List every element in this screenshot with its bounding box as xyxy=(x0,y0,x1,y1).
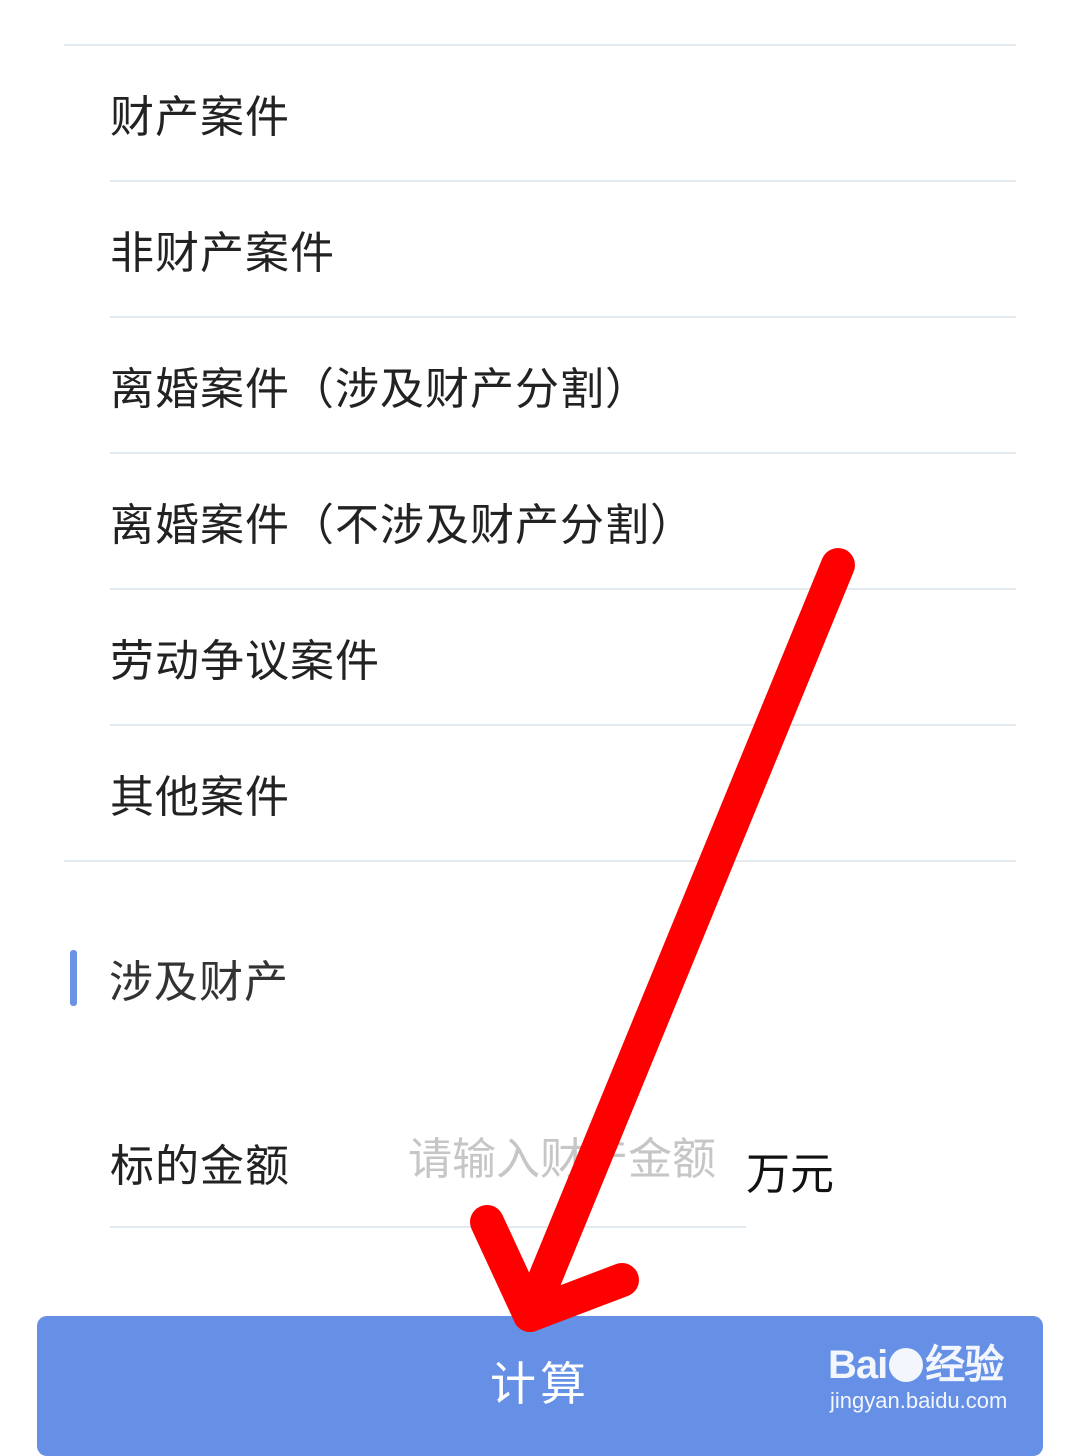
amount-row: 标的金额 万元 xyxy=(110,1100,870,1228)
arrow-head xyxy=(470,1205,639,1332)
section-accent-bar xyxy=(70,950,77,1006)
case-type-item-property[interactable]: 财产案件 xyxy=(110,46,1016,182)
section-title: 涉及财产 xyxy=(109,957,289,1008)
amount-input[interactable] xyxy=(408,1124,720,1194)
case-type-item-labor-dispute[interactable]: 劳动争议案件 xyxy=(110,590,1016,726)
watermark-logo: Bai 经验 xyxy=(828,1332,1004,1390)
case-type-item-divorce-without-property[interactable]: 离婚案件（不涉及财产分割） xyxy=(110,454,1016,590)
section-header-property: 涉及财产 xyxy=(70,948,289,1008)
baidu-jingyan-watermark: Bai 经验 jingyan.baidu.com xyxy=(828,1328,1028,1424)
watermark-url: jingyan.baidu.com xyxy=(830,1388,1008,1413)
case-type-item-other[interactable]: 其他案件 xyxy=(64,726,1016,862)
amount-underline xyxy=(110,1226,746,1228)
case-type-label: 离婚案件（不涉及财产分割） xyxy=(110,500,695,551)
paw-icon xyxy=(889,1348,924,1382)
amount-unit: 万元 xyxy=(746,1149,834,1200)
watermark-brand-right: 经验 xyxy=(925,1343,1004,1387)
case-type-label: 其他案件 xyxy=(110,772,290,823)
amount-label: 标的金额 xyxy=(110,1141,290,1192)
case-type-item-non-property[interactable]: 非财产案件 xyxy=(110,182,1016,318)
case-type-label: 财产案件 xyxy=(110,92,290,143)
case-type-label: 离婚案件（涉及财产分割） xyxy=(110,364,650,415)
case-type-item-divorce-with-property[interactable]: 离婚案件（涉及财产分割） xyxy=(110,318,1016,454)
watermark-brand-left: Bai xyxy=(828,1343,888,1387)
case-type-label: 劳动争议案件 xyxy=(110,636,380,687)
case-type-list: 财产案件 非财产案件 离婚案件（涉及财产分割） 离婚案件（不涉及财产分割） 劳动… xyxy=(64,46,1016,862)
case-type-label: 非财产案件 xyxy=(110,228,335,279)
calculate-button-label: 计算 xyxy=(490,1358,590,1410)
